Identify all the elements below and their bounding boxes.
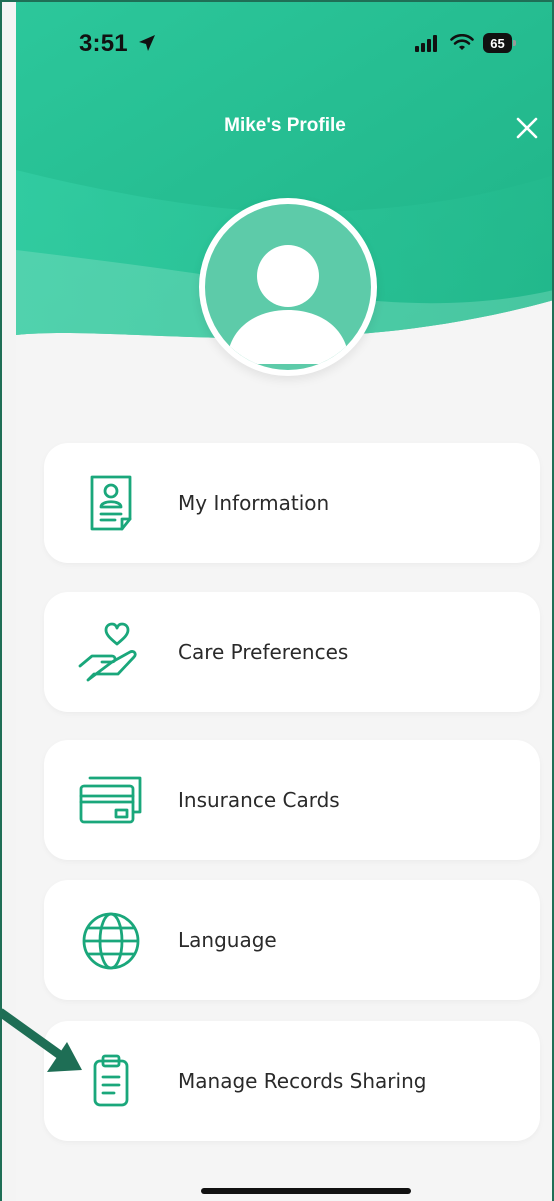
menu-item-label: Insurance Cards bbox=[178, 788, 340, 812]
contact-document-icon bbox=[90, 475, 132, 531]
menu-item-language[interactable]: Language bbox=[44, 880, 540, 1000]
close-icon[interactable] bbox=[512, 113, 542, 143]
page-title: Mike's Profile bbox=[224, 115, 346, 136]
menu-item-my-information[interactable]: My Information bbox=[44, 443, 540, 563]
menu-item-label: My Information bbox=[178, 491, 330, 515]
battery-icon: 65 bbox=[483, 33, 516, 53]
menu-item-manage-records-sharing[interactable]: Manage Records Sharing bbox=[44, 1021, 540, 1141]
menu-item-label: Manage Records Sharing bbox=[178, 1069, 427, 1093]
user-silhouette-icon bbox=[227, 245, 349, 364]
credit-cards-icon bbox=[79, 776, 142, 824]
menu-item-label: Care Preferences bbox=[178, 640, 349, 664]
home-indicator[interactable] bbox=[201, 1188, 411, 1194]
status-time: 3:51 bbox=[79, 30, 128, 57]
heart-hand-icon bbox=[78, 622, 137, 682]
cellular-signal-icon bbox=[415, 35, 437, 52]
menu-item-label: Language bbox=[178, 928, 277, 952]
avatar[interactable] bbox=[199, 198, 377, 376]
wifi-icon bbox=[450, 34, 474, 50]
menu-item-care-preferences[interactable]: Care Preferences bbox=[44, 592, 540, 712]
location-arrow-icon bbox=[139, 35, 155, 51]
status-icons: 65 bbox=[415, 33, 516, 53]
globe-icon bbox=[82, 912, 140, 970]
menu-item-insurance-cards[interactable]: Insurance Cards bbox=[44, 740, 540, 860]
annotation-arrow-icon bbox=[0, 1008, 82, 1072]
battery-level: 65 bbox=[490, 35, 505, 51]
status-bar: 3:51 65 bbox=[16, 30, 554, 70]
